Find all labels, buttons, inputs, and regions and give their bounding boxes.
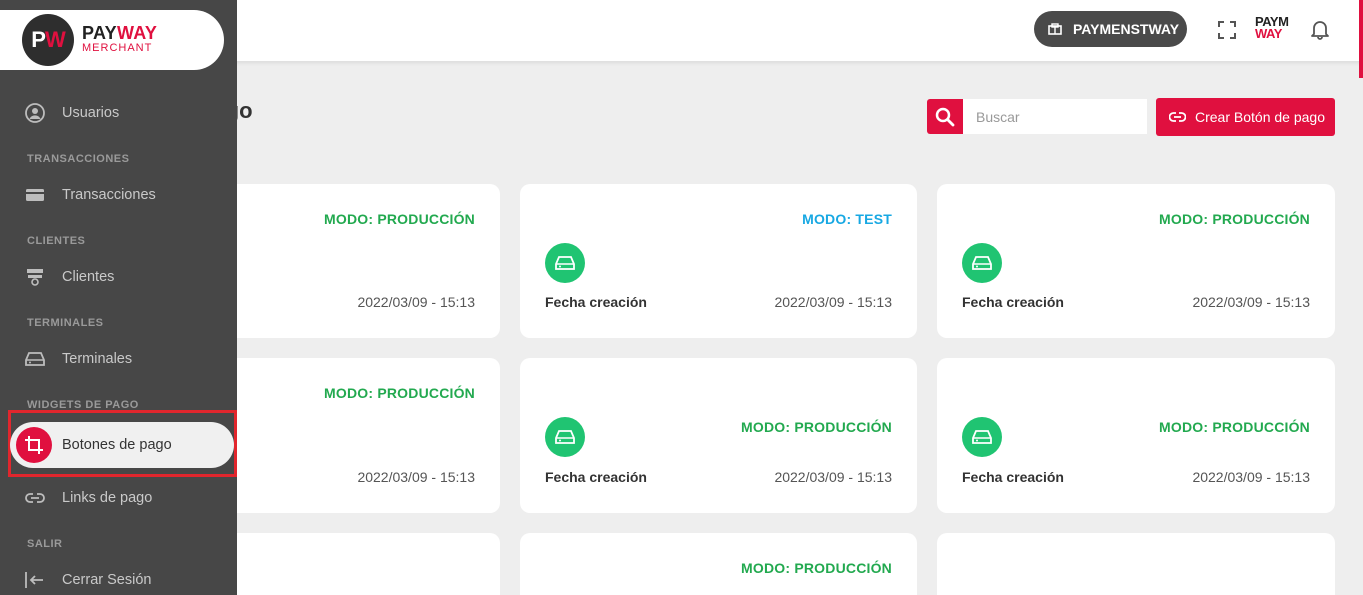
store-icon — [25, 267, 45, 287]
sidebar-item-botones[interactable]: Botones de pago — [10, 422, 234, 468]
user-icon — [25, 103, 45, 123]
credit-card-icon — [25, 185, 45, 205]
mode-badge: MODO: PRODUCCIÓN — [324, 385, 475, 401]
brand-avatar[interactable]: PAYM WAY — [1255, 16, 1293, 44]
creation-date: 2022/03/09 - 15:13 — [1192, 294, 1310, 310]
crop-icon — [16, 427, 52, 463]
account-button[interactable]: PAYMENSTWAY — [1034, 11, 1187, 47]
fullscreen-icon[interactable] — [1217, 20, 1237, 40]
logo-way: WAY — [116, 23, 158, 43]
creation-date-label: Fecha creación — [962, 294, 1064, 310]
logo-mark-p: P — [31, 27, 46, 52]
create-payment-button[interactable]: Crear Botón de pago — [1156, 98, 1335, 136]
sidebar-item-usuarios[interactable]: Usuarios — [0, 95, 237, 131]
mode-badge: MODO: PRODUCCIÓN — [324, 211, 475, 227]
section-terminales: TERMINALES — [27, 317, 104, 329]
creation-date-label: Fecha creación — [962, 469, 1064, 485]
sidebar: PW PAYWAY MERCHANT Usuarios TRANSACCIONE… — [0, 0, 237, 595]
sidebar-item-cerrar-sesion[interactable]: Cerrar Sesión — [0, 562, 237, 595]
sidebar-item-label: Clientes — [62, 269, 115, 285]
section-salir: SALIR — [27, 538, 63, 550]
sidebar-item-label: Usuarios — [62, 105, 120, 121]
sidebar-item-transacciones[interactable]: Transacciones — [0, 177, 237, 213]
sidebar-item-label: Links de pago — [62, 490, 153, 506]
creation-date: 2022/03/09 - 15:13 — [357, 294, 475, 310]
terminal-icon — [962, 243, 1002, 283]
sidebar-item-label: Botones de pago — [62, 437, 172, 453]
mode-badge: MODO: TEST — [802, 211, 892, 227]
payment-button-card[interactable] — [937, 533, 1335, 595]
scroll-indicator[interactable] — [1359, 0, 1363, 78]
creation-date: 2022/03/09 - 15:13 — [1192, 469, 1310, 485]
terminal-icon — [962, 417, 1002, 457]
creation-date-label: Fecha creación — [545, 469, 647, 485]
sidebar-item-label: Transacciones — [62, 187, 156, 203]
payment-button-card[interactable]: MODO: PRODUCCIÓN Fecha creación 2022/03/… — [937, 358, 1335, 513]
link-icon — [25, 488, 45, 508]
bell-icon[interactable] — [1310, 18, 1330, 40]
mode-badge: MODO: PRODUCCIÓN — [741, 560, 892, 576]
payment-button-card[interactable]: MODO: PRODUCCIÓN — [520, 533, 917, 595]
logo-subtitle: MERCHANT — [82, 42, 153, 54]
payment-button-card[interactable]: MODO: PRODUCCIÓN Fecha creación 2022/03/… — [520, 358, 917, 513]
mode-badge: MODO: PRODUCCIÓN — [1159, 419, 1310, 435]
creation-date: 2022/03/09 - 15:13 — [774, 469, 892, 485]
creation-date: 2022/03/09 - 15:13 — [357, 469, 475, 485]
section-transacciones: TRANSACCIONES — [27, 153, 130, 165]
sidebar-item-clientes[interactable]: Clientes — [0, 259, 237, 295]
store-icon — [1048, 23, 1062, 35]
logout-icon — [25, 570, 45, 590]
search-input[interactable] — [963, 99, 1147, 134]
terminal-icon — [545, 243, 585, 283]
mode-badge: MODO: PRODUCCIÓN — [741, 419, 892, 435]
search-icon — [935, 107, 955, 126]
mode-badge: MODO: PRODUCCIÓN — [1159, 211, 1310, 227]
brand-logo[interactable]: PW PAYWAY MERCHANT — [0, 10, 224, 70]
logo-mark: PW — [22, 14, 74, 66]
logo-pay: PAY — [82, 23, 117, 43]
creation-date-label: Fecha creación — [545, 294, 647, 310]
payment-button-card[interactable]: MODO: TEST Fecha creación 2022/03/09 - 1… — [520, 184, 917, 338]
create-payment-label: Crear Botón de pago — [1195, 109, 1325, 125]
sidebar-item-label: Cerrar Sesión — [62, 572, 152, 588]
creation-date: 2022/03/09 - 15:13 — [774, 294, 892, 310]
sidebar-item-links[interactable]: Links de pago — [0, 480, 237, 516]
account-label: PAYMENSTWAY — [1073, 21, 1180, 37]
terminal-icon — [25, 349, 45, 369]
link-icon — [1169, 112, 1186, 122]
logo-mark-w: W — [44, 27, 66, 52]
terminal-icon — [545, 417, 585, 457]
sidebar-item-label: Terminales — [62, 351, 133, 367]
search-button[interactable] — [927, 99, 963, 134]
payment-button-card[interactable]: MODO: PRODUCCIÓN Fecha creación 2022/03/… — [937, 184, 1335, 338]
section-clientes: CLIENTES — [27, 235, 86, 247]
sidebar-item-terminales[interactable]: Terminales — [0, 341, 237, 377]
logo-wordmark: PAYWAY — [82, 23, 158, 43]
brand-avatar-bottom: WAY — [1255, 26, 1282, 41]
